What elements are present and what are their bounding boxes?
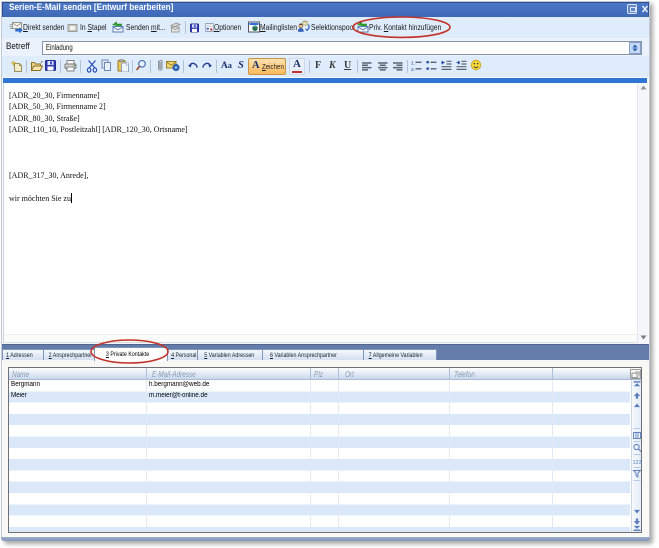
svg-text:123: 123	[633, 460, 642, 466]
svg-text:1.: 1.	[411, 61, 415, 67]
svg-text:2.: 2.	[411, 67, 415, 72]
